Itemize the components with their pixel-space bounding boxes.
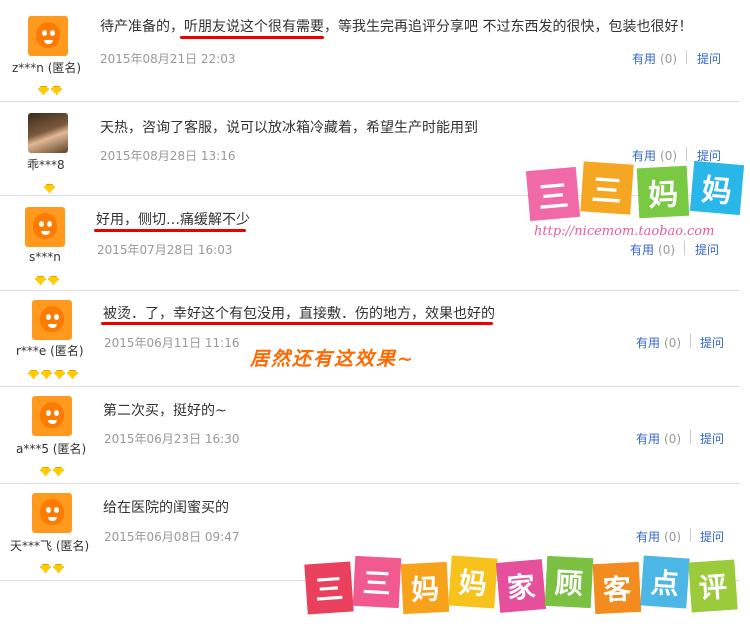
logo-tile: 三 (304, 561, 354, 615)
logo-tile: 家 (495, 559, 547, 613)
avatar[interactable] (32, 300, 72, 340)
useful-button[interactable]: 有用 (0) (636, 528, 681, 545)
review-date: 2015年06月23日 16:30 (104, 432, 240, 446)
useful-count: (0) (664, 336, 682, 350)
review-text: 第二次买，挺好的~ (103, 403, 227, 419)
username[interactable]: s***n (29, 250, 61, 264)
logo-tile: 三 (525, 166, 581, 222)
useful-count: (0) (664, 530, 682, 544)
useful-button[interactable]: 有用 (0) (636, 334, 681, 351)
highlight-underline (94, 229, 246, 232)
logo-tile: 妈 (448, 555, 498, 609)
ask-question-link[interactable]: 提问 (695, 241, 719, 258)
review-item: z***n (匿名) 待产准备的，听朋友说这个很有需要，等我生完再追评分享吧 不… (0, 0, 740, 102)
ask-question-link[interactable]: 提问 (700, 334, 724, 351)
review-date: 2015年06月08日 09:47 (104, 530, 240, 544)
review-text: 天热，咨询了客服，说可以放冰箱冷藏着，希望生产时能用到 (100, 120, 478, 136)
logo-tile: 客 (592, 561, 642, 615)
avatar[interactable] (25, 207, 65, 247)
useful-count: (0) (660, 52, 678, 66)
user-level-gems (40, 558, 66, 573)
review-date: 2015年06月11日 11:16 (104, 336, 240, 350)
review-text: 被烫．了，幸好这个有包没用，直接敷．伤的地方，效果也好的 (103, 306, 495, 322)
logo-tile: 妈 (400, 561, 450, 615)
user-level-gems (28, 364, 80, 379)
avatar[interactable] (28, 113, 68, 153)
divider (686, 50, 687, 64)
review-date: 2015年07月28日 16:03 (97, 243, 233, 257)
review-text: 给在医院的闺蜜买的 (103, 500, 229, 516)
user-level-gems (44, 178, 57, 193)
highlight-underline (180, 36, 324, 39)
avatar[interactable] (28, 16, 68, 56)
review-date: 2015年08月28日 13:16 (100, 149, 236, 163)
username[interactable]: 天***飞 (匿名) (10, 537, 89, 554)
review-text: 好用，侧切…痛缓解不少 (96, 212, 250, 228)
brand-logo-top: 三 三 妈 妈 (525, 160, 745, 225)
ask-question-link[interactable]: 提问 (697, 50, 721, 67)
user-level-gems (38, 80, 64, 95)
avatar[interactable] (32, 493, 72, 533)
logo-tile: 妈 (689, 160, 745, 216)
divider (686, 147, 687, 161)
logo-tile: 妈 (636, 165, 690, 219)
username[interactable]: z***n (匿名) (12, 59, 81, 76)
useful-button[interactable]: 有用 (0) (630, 241, 675, 258)
useful-count: (0) (660, 149, 678, 163)
handwritten-annotation: 居然还有这效果~ (250, 348, 415, 370)
ask-question-link[interactable]: 提问 (700, 528, 724, 545)
username[interactable]: r***e (匿名) (16, 342, 84, 359)
useful-button[interactable]: 有用 (0) (632, 50, 677, 67)
user-level-gems (40, 461, 66, 476)
review-item: r***e (匿名) 被烫．了，幸好这个有包没用，直接敷．伤的地方，效果也好的 … (0, 290, 740, 387)
shop-url[interactable]: http://nicemom.taobao.com (534, 224, 714, 239)
username[interactable]: 乖***8 (27, 156, 65, 173)
useful-button[interactable]: 有用 (0) (632, 147, 677, 164)
logo-tile: 顾 (544, 555, 594, 609)
logo-tile: 点 (640, 555, 690, 609)
review-date: 2015年08月21日 22:03 (100, 52, 236, 66)
avatar[interactable] (32, 396, 72, 436)
divider (690, 528, 691, 542)
useful-count: (0) (658, 243, 676, 257)
review-item: a***5 (匿名) 第二次买，挺好的~ 2015年06月23日 16:30 有… (0, 386, 740, 484)
useful-count: (0) (664, 432, 682, 446)
logo-tile: 三 (352, 555, 402, 609)
divider (690, 430, 691, 444)
review-text: 待产准备的，听朋友说这个很有需要，等我生完再追评分享吧 不过东西发的很快，包装也… (100, 19, 693, 35)
ask-question-link[interactable]: 提问 (700, 430, 724, 447)
divider (690, 334, 691, 348)
divider (684, 241, 685, 255)
highlight-underline (101, 322, 493, 325)
user-level-gems (35, 270, 61, 285)
brand-logo-bottom: 三 三 妈 妈 家 顾 客 点 评 (304, 555, 750, 615)
useful-button[interactable]: 有用 (0) (636, 430, 681, 447)
logo-tile: 三 (580, 161, 634, 215)
logo-tile: 评 (688, 559, 738, 613)
username[interactable]: a***5 (匿名) (16, 440, 86, 457)
